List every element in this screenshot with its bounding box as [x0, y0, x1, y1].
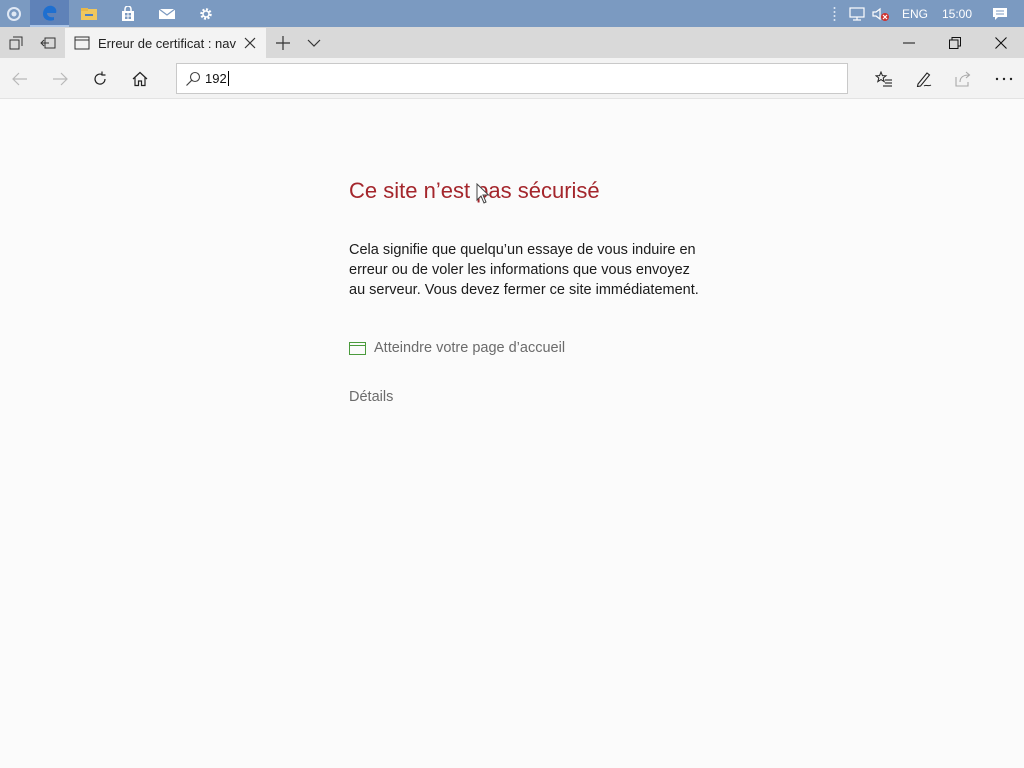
forward-button[interactable]	[40, 58, 80, 99]
new-tab-button[interactable]	[267, 27, 299, 58]
home-icon	[132, 71, 148, 86]
tabs-aside-button[interactable]	[0, 27, 32, 58]
close-icon	[244, 37, 256, 49]
set-tabs-aside-button[interactable]	[32, 27, 64, 58]
taskbar: ENG 15:00	[0, 0, 1024, 27]
edge-icon	[42, 5, 56, 21]
page-content: Ce site n’est pas sécurisé Cela signifie…	[0, 100, 1024, 768]
taskbar-store-button[interactable]	[108, 0, 147, 27]
text-caret	[227, 71, 229, 86]
minimize-button[interactable]	[886, 27, 932, 58]
ellipsis-icon	[995, 77, 1013, 80]
taskbar-edge-button[interactable]	[30, 0, 69, 27]
arrow-right-icon	[53, 72, 68, 85]
arrow-left-icon	[12, 72, 27, 85]
share-icon	[955, 71, 971, 87]
tab-close-button[interactable]	[242, 35, 258, 51]
tab-bar: Erreur de certificat : nav	[0, 27, 1024, 58]
restore-icon	[949, 36, 961, 49]
details-link[interactable]: Détails	[349, 389, 393, 405]
cortana-icon[interactable]	[0, 0, 27, 27]
close-window-button[interactable]	[978, 27, 1024, 58]
tab-preview-button[interactable]	[298, 27, 330, 58]
refresh-icon	[94, 71, 106, 85]
favorites-button[interactable]	[864, 58, 904, 99]
network-icon[interactable]	[846, 0, 868, 27]
error-description: Cela signifie que quelqu’un essaye de vo…	[349, 242, 699, 298]
action-center-icon[interactable]	[976, 0, 1024, 27]
favorites-list-icon	[875, 70, 892, 87]
clock[interactable]: 15:00	[942, 7, 972, 21]
mouse-cursor-icon	[476, 183, 490, 204]
language-indicator[interactable]: ENG	[902, 7, 928, 21]
taskbar-settings-button[interactable]	[186, 0, 225, 27]
minimize-icon	[903, 42, 915, 43]
tab-title: Erreur de certificat : nav	[98, 35, 236, 51]
chevron-down-icon	[307, 39, 321, 47]
go-home-link-label: Atteindre votre page d’accueil	[374, 340, 566, 356]
taskbar-mail-button[interactable]	[147, 0, 186, 27]
refresh-button[interactable]	[80, 58, 120, 99]
back-button[interactable]	[0, 58, 40, 99]
taskbar-file-explorer-button[interactable]	[69, 0, 108, 27]
close-icon	[995, 36, 1007, 49]
address-input-value[interactable]: 192	[205, 71, 227, 86]
folder-icon	[80, 7, 97, 20]
address-bar[interactable]: 192	[176, 63, 848, 94]
restore-button[interactable]	[932, 27, 978, 58]
go-home-link[interactable]: Atteindre votre page d’accueil	[349, 340, 565, 356]
more-menu-button[interactable]	[984, 58, 1024, 99]
plus-icon	[276, 35, 290, 50]
set-aside-icon	[40, 37, 56, 48]
page-title: Ce site n’est pas sécurisé	[349, 178, 600, 203]
volume-muted-icon[interactable]	[870, 0, 892, 27]
tabs-aside-icon	[9, 36, 23, 49]
gear-icon	[199, 7, 212, 20]
mail-icon	[158, 8, 175, 19]
home-page-icon	[349, 341, 366, 355]
navigation-bar: 192	[0, 58, 1024, 99]
pen-icon	[916, 71, 932, 87]
share-button[interactable]	[944, 58, 984, 99]
store-icon	[121, 5, 134, 21]
search-icon	[186, 71, 201, 86]
page-icon	[74, 36, 90, 50]
web-note-button[interactable]	[904, 58, 944, 99]
home-button[interactable]	[120, 58, 160, 99]
tray-overflow-icon[interactable]	[830, 0, 840, 27]
tab-active[interactable]: Erreur de certificat : nav	[65, 28, 266, 58]
